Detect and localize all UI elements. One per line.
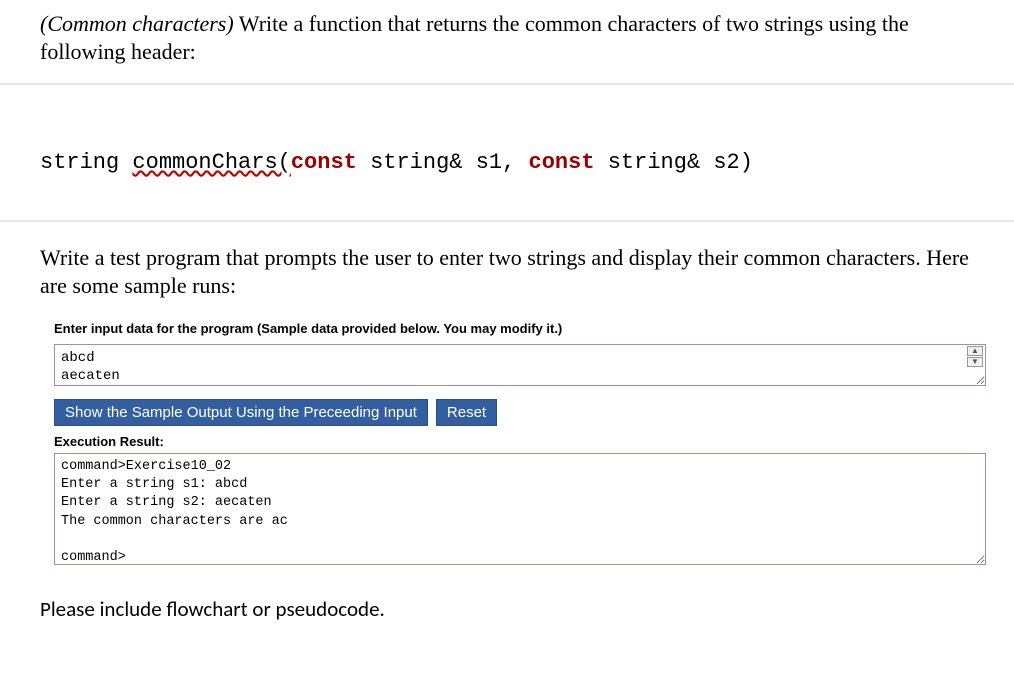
function-name: commonChars( <box>132 150 290 175</box>
execution-result-label: Execution Result: <box>54 434 986 449</box>
input-prompt-label: Enter input data for the program (Sample… <box>54 321 986 336</box>
footer-instruction: Please include flowchart or pseudocode. <box>40 596 986 622</box>
spinner-up-icon[interactable]: ▲ <box>967 346 983 356</box>
keyword-const-1: const <box>291 150 357 175</box>
intro-emphasis: (Common characters) <box>40 11 234 36</box>
problem-intro: (Common characters) Write a function tha… <box>40 10 986 65</box>
input-textarea[interactable] <box>54 344 986 386</box>
spinner-down-icon[interactable]: ▼ <box>967 357 983 367</box>
input-area-wrap: ▲ ▼ <box>54 344 986 391</box>
reset-button[interactable]: Reset <box>436 399 497 426</box>
function-signature: string commonChars(const string& s1, con… <box>40 150 753 175</box>
keyword-const-2: const <box>529 150 595 175</box>
code-signature-block: string commonChars(const string& s1, con… <box>0 83 1014 222</box>
show-output-button[interactable]: Show the Sample Output Using the Preceed… <box>54 399 428 426</box>
output-textarea[interactable] <box>54 453 986 565</box>
textarea-spinner[interactable]: ▲ ▼ <box>967 346 983 367</box>
button-row: Show the Sample Output Using the Preceed… <box>54 399 986 426</box>
problem-mid-text: Write a test program that prompts the us… <box>40 244 986 299</box>
